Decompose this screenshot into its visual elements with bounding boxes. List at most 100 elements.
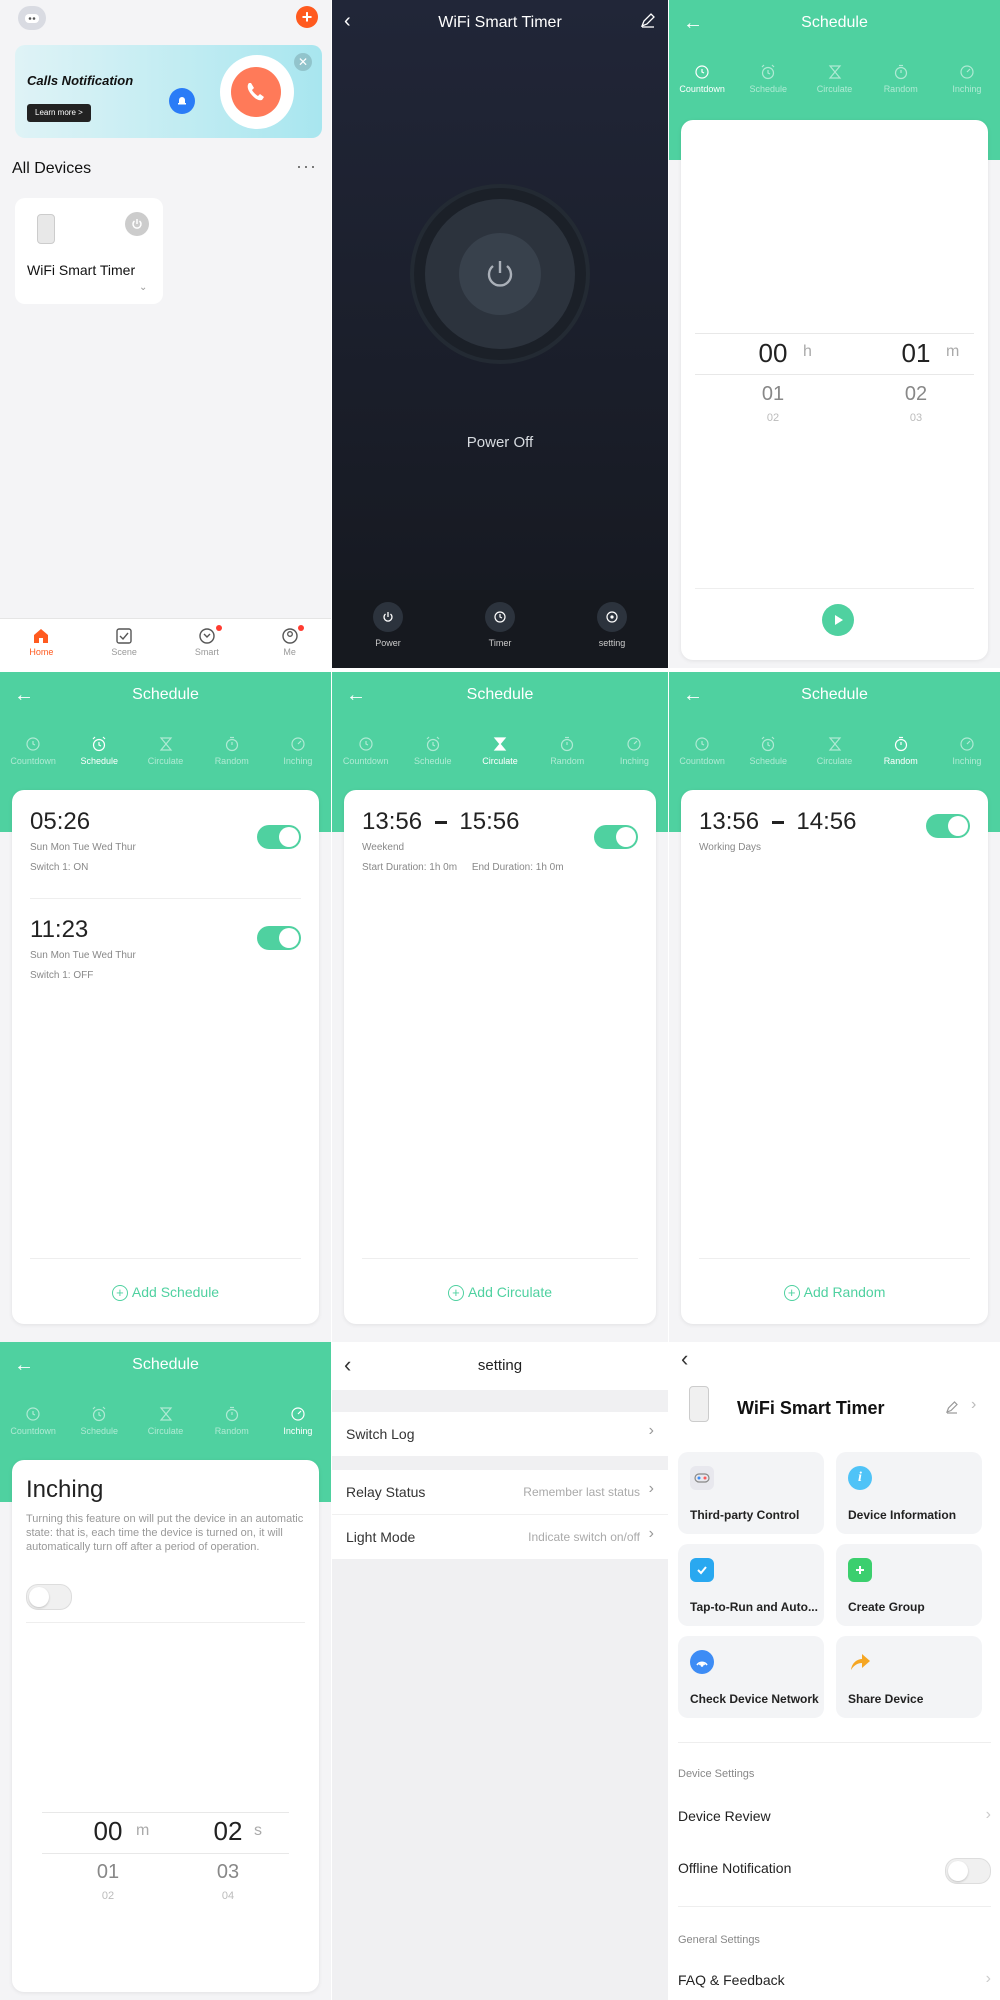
schedule-tabs: Countdown Schedule Circulate Random Inch… (332, 732, 668, 782)
tab-countdown[interactable]: Countdown (332, 732, 399, 782)
switch-log-row[interactable]: Switch Log › (332, 1412, 668, 1456)
setting-tab[interactable]: setting (556, 590, 668, 668)
hour-wheel[interactable]: 00 01 02 (743, 338, 803, 424)
faq-feedback-row[interactable]: FAQ & Feedback › (678, 1962, 991, 2000)
clock-icon (25, 1402, 41, 1426)
tab-label: Random (883, 756, 918, 766)
light-mode-value: Indicate switch on/off (528, 1530, 640, 1544)
back-icon[interactable]: ‹ (681, 1346, 688, 1372)
tab-inching[interactable]: Inching (934, 732, 1000, 782)
create-group-tile[interactable]: Create Group (836, 1544, 982, 1626)
learn-more-button[interactable]: Learn more > (27, 104, 91, 122)
tab-schedule[interactable]: Schedule (735, 60, 801, 110)
calls-notification-banner[interactable]: Calls Notification Learn more > ✕ (15, 45, 322, 138)
minute-wheel[interactable]: 00 01 02 (78, 1816, 138, 1902)
tile-label: Create Group (848, 1600, 925, 1614)
tap-to-run-tile[interactable]: Tap-to-Run and Auto... (678, 1544, 824, 1626)
edit-icon[interactable] (640, 12, 656, 33)
add-device-button[interactable]: + (296, 6, 318, 28)
nav-me[interactable]: Me (248, 619, 331, 668)
tab-random[interactable]: Random (199, 732, 265, 782)
third-party-control-tile[interactable]: Third-party Control (678, 1452, 824, 1534)
device-review-label: Device Review (678, 1808, 771, 1824)
start-countdown-button[interactable] (822, 604, 854, 636)
device-card[interactable]: WiFi Smart Timer ⌄ (15, 198, 163, 304)
add-random-button[interactable]: + Add Random (681, 1284, 988, 1301)
more-icon[interactable]: ··· (296, 156, 317, 177)
check-device-network-tile[interactable]: Check Device Network (678, 1636, 824, 1718)
tab-circulate[interactable]: Circulate (801, 60, 867, 110)
minute-unit: m (136, 1822, 150, 1839)
share-device-tile[interactable]: Share Device (836, 1636, 982, 1718)
random-start: 13:56 (699, 808, 760, 835)
add-circulate-button[interactable]: + Add Circulate (344, 1284, 656, 1301)
tab-label: Inching (619, 756, 649, 766)
nav-home[interactable]: Home (0, 619, 83, 668)
offline-notification-row[interactable]: Offline Notification (678, 1850, 991, 1890)
tab-inching[interactable]: Inching (934, 60, 1000, 110)
timer-tab[interactable]: Timer (444, 590, 556, 668)
light-mode-row[interactable]: Light Mode Indicate switch on/off › (332, 1515, 668, 1559)
tab-countdown[interactable]: Countdown (669, 60, 735, 110)
schedule-tabs: Countdown Schedule Circulate Random Inch… (669, 732, 1000, 782)
hourglass-icon (492, 732, 508, 756)
tab-random[interactable]: Random (868, 732, 934, 782)
power-tab[interactable]: Power (332, 590, 444, 668)
tab-circulate[interactable]: Circulate (801, 732, 867, 782)
tab-countdown[interactable]: Countdown (0, 732, 66, 782)
tab-schedule[interactable]: Schedule (399, 732, 466, 782)
tab-schedule[interactable]: Schedule (66, 1402, 132, 1452)
random-item[interactable]: 13:56 14:56 Working Days (699, 808, 970, 858)
tab-inching[interactable]: Inching (601, 732, 668, 782)
second-next: 03 (216, 1861, 240, 1883)
tab-label: Countdown (10, 756, 56, 766)
close-icon[interactable]: ✕ (294, 53, 312, 71)
schedule-toggle[interactable] (257, 825, 301, 849)
tab-circulate[interactable]: Circulate (132, 1402, 198, 1452)
power-icon[interactable] (125, 212, 149, 236)
circulate-toggle[interactable] (594, 825, 638, 849)
tab-random[interactable]: Random (534, 732, 601, 782)
schedule-action: Switch 1: OFF (30, 970, 94, 981)
phone-icon (231, 67, 281, 117)
smart-icon (199, 628, 215, 644)
tab-schedule[interactable]: Schedule (735, 732, 801, 782)
tab-random[interactable]: Random (868, 60, 934, 110)
device-review-row[interactable]: Device Review › (678, 1798, 991, 1838)
tab-random[interactable]: Random (199, 1402, 265, 1452)
tab-label: Inching (283, 756, 313, 766)
add-schedule-button[interactable]: + Add Schedule (12, 1284, 319, 1301)
second-wheel[interactable]: 02 03 04 (198, 1816, 258, 1902)
nav-scene[interactable]: Scene (83, 619, 166, 668)
schedule-toggle[interactable] (257, 926, 301, 950)
tab-inching[interactable]: Inching (265, 732, 331, 782)
tab-circulate[interactable]: Circulate (132, 732, 198, 782)
assistant-avatar-icon[interactable] (18, 6, 46, 30)
circulate-item[interactable]: 13:56 15:56 Weekend Start Duration: 1h 0… (362, 808, 638, 878)
power-icon (459, 233, 541, 315)
offline-notification-toggle[interactable] (945, 1858, 991, 1884)
tab-schedule[interactable]: Schedule (66, 732, 132, 782)
tab-inching[interactable]: Inching (265, 1402, 331, 1452)
inching-toggle[interactable] (26, 1584, 72, 1610)
chevron-down-icon[interactable]: ⌄ (139, 282, 147, 293)
countdown-screen: ← Schedule Countdown Schedule Circulate … (669, 0, 1000, 668)
tab-label: Inching (283, 1426, 313, 1436)
minute-wheel[interactable]: 01 02 03 (886, 338, 946, 424)
tab-circulate[interactable]: Circulate (466, 732, 533, 782)
device-information-tile[interactable]: i Device Information (836, 1452, 982, 1534)
tab-countdown[interactable]: Countdown (669, 732, 735, 782)
tab-label: Countdown (679, 84, 725, 94)
chevron-right-icon: › (648, 1422, 654, 1439)
power-toggle-button[interactable] (414, 188, 586, 360)
relay-status-row[interactable]: Relay Status Remember last status › (332, 1470, 668, 1515)
tile-label: Device Information (848, 1508, 957, 1522)
schedule-title: Schedule (801, 686, 868, 703)
nav-smart[interactable]: Smart (166, 619, 249, 668)
tab-label: Schedule (414, 756, 452, 766)
edit-icon[interactable] (945, 1400, 959, 1419)
schedule-item[interactable]: 05:26 Sun Mon Tue Wed Thur Switch 1: ON (30, 808, 301, 899)
random-toggle[interactable] (926, 814, 970, 838)
schedule-item[interactable]: 11:23 Sun Mon Tue Wed Thur Switch 1: OFF (30, 916, 301, 996)
tab-countdown[interactable]: Countdown (0, 1402, 66, 1452)
